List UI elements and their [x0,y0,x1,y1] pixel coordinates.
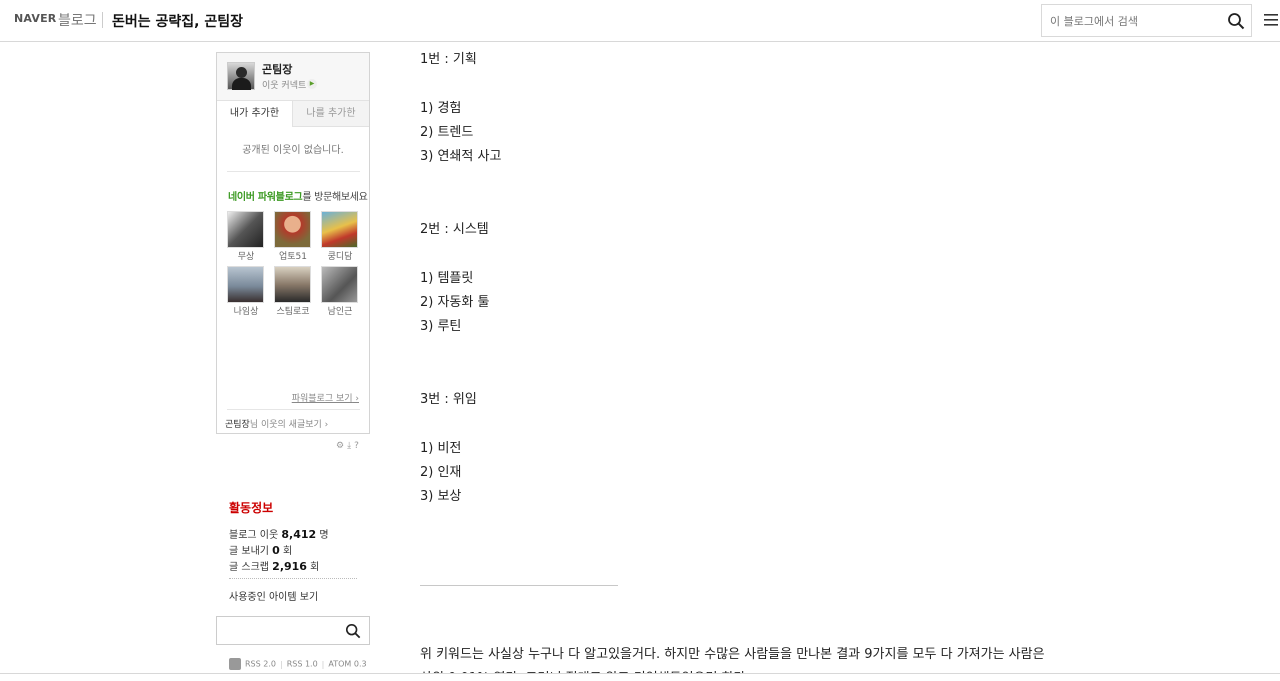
naver-logo[interactable]: NAVER [14,12,56,25]
list-item: 1) 경험 [420,101,462,116]
neighbor-owner-name: 곤팀장 [225,420,250,430]
activity-value: 8,412 [281,528,317,541]
divider [229,578,357,579]
power-blog-thumbnail [227,266,264,303]
power-blog-item[interactable]: 남인근 [321,266,359,317]
power-blog-thumbnail [274,211,311,248]
activity-label: 블로그 이웃 [229,530,279,541]
list-item: 2) 인재 [420,465,462,480]
activity-title: 활동정보 [229,501,274,515]
menu-icon[interactable] [1264,13,1278,27]
sidebar-search-input[interactable] [221,622,341,639]
more-power-blogs-link[interactable]: 파워블로그 보기 › [292,391,359,404]
activity-value: 0 [272,544,280,557]
list-item: 1) 비전 [420,441,462,456]
rss2-link[interactable]: RSS 2.0 [245,660,276,669]
power-blog-thumbnail [321,211,358,248]
divider [227,409,360,410]
section-heading: 2번 : 시스템 [420,222,489,237]
power-blog-thumbnail [227,211,264,248]
neighbor-tabs: 내가 추가한 나를 추가한 [217,101,369,127]
tab-added-by-me[interactable]: 내가 추가한 [217,101,293,127]
profile-header: 곤팀장 이웃 커넥트 ▶ [217,53,369,101]
divider [102,12,103,28]
activity-unit: 회 [283,546,293,557]
profile-name[interactable]: 곤팀장 [262,61,292,77]
power-blog-heading: 네이버 파워블로그를 방문해보세요 [228,188,368,203]
widget-tools: ⚙⤓? [336,441,362,451]
power-blog-item[interactable]: 스팀로코 [274,266,312,317]
blog-service-link[interactable]: 블로그 [58,10,97,30]
empty-neighbors-message: 공개된 이웃이 없습니다. [242,145,344,156]
list-item: 2) 트렌드 [420,125,474,140]
activity-row: 글 보내기 0 회 [229,542,292,557]
power-blog-item[interactable]: 쿵디담 [321,211,359,262]
blog-search-box [1041,4,1252,37]
search-icon[interactable] [1227,12,1245,30]
power-blog-name: 업토51 [278,252,307,262]
sidebar-search-box [216,616,370,645]
activity-unit: 회 [310,562,320,573]
activity-unit: 명 [319,530,329,541]
list-item: 2) 자동화 툴 [420,295,490,310]
more-power-blogs-label: 파워블로그 보기 [291,394,353,404]
section-heading: 3번 : 위임 [420,392,477,407]
activity-row: 블로그 이웃 8,412 명 [229,526,329,541]
window-bottom-edge [0,673,1280,681]
content-divider [420,585,618,586]
rss1-link[interactable]: RSS 1.0 [287,660,318,669]
activity-label: 글 스크랩 [229,562,269,573]
blog-title[interactable]: 돈버는 공략집, 곤팀장 [112,11,243,31]
power-blog-name: 나임상 [233,307,259,317]
power-blog-highlight: 네이버 파워블로그 [228,192,303,203]
power-blog-name: 스팀로코 [276,307,310,317]
list-item: 3) 루틴 [420,319,462,334]
power-blog-name: 남인근 [327,307,353,317]
power-blog-item[interactable]: 나임상 [227,266,265,317]
power-blog-heading-rest: 를 방문해보세요 [302,192,368,203]
activity-value: 2,916 [272,560,307,573]
neighbor-connect-label[interactable]: 이웃 커넥트 [262,78,306,91]
tab-added-me[interactable]: 나를 추가한 [293,101,369,127]
activity-label: 글 보내기 [229,546,269,557]
divider [227,171,360,172]
list-item: 3) 보상 [420,489,462,504]
rss-links: RSS 2.0 | RSS 1.0 | ATOM 0.3 [229,658,367,670]
profile-widget: 곤팀장 이웃 커넥트 ▶ 내가 추가한 나를 추가한 공개된 이웃이 없습니다.… [216,52,370,434]
power-blog-thumbnail [274,266,311,303]
settings-icon[interactable]: ⚙ [336,441,347,451]
neighbor-new-posts-label: 님 이웃의 새글보기 [249,420,322,430]
blog-search-input[interactable] [1050,13,1220,29]
help-icon[interactable]: ? [354,441,362,451]
download-icon[interactable]: ⤓ [347,441,354,451]
list-item: 1) 템플릿 [420,271,474,286]
neighbor-new-posts-link[interactable]: 곤팀장님 이웃의 새글보기 › [225,417,328,430]
items-in-use-link[interactable]: 사용중인 아이템 보기 [229,588,318,603]
play-arrow-icon[interactable]: ▶ [307,79,317,89]
power-blog-thumbnail [321,266,358,303]
activity-row: 글 스크랩 2,916 회 [229,558,319,573]
atom-link[interactable]: ATOM 0.3 [328,660,366,669]
section-heading: 1번 : 기획 [420,52,477,67]
power-blog-name: 무상 [237,252,255,262]
avatar[interactable] [227,62,255,90]
power-blog-name: 쿵디담 [327,252,353,262]
search-icon[interactable] [345,623,361,639]
power-blog-item[interactable]: 업토51 [274,211,312,262]
power-blog-item[interactable]: 무상 [227,211,265,262]
list-item: 3) 연쇄적 사고 [420,149,502,164]
top-bar: NAVER 블로그 돈버는 공략집, 곤팀장 [0,0,1280,42]
rss-icon [229,658,241,670]
